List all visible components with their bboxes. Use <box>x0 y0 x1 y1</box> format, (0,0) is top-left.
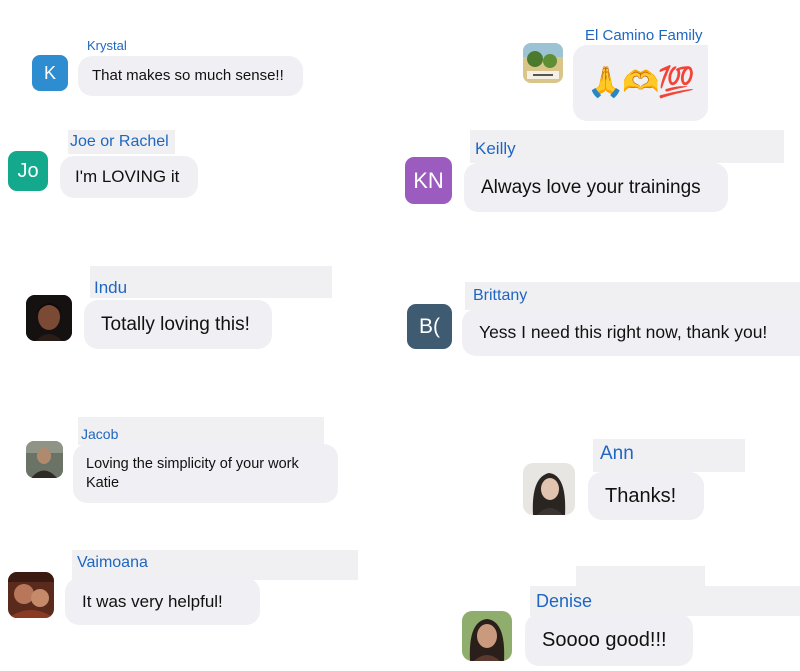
message-bubble: That makes so much sense!! <box>78 56 303 96</box>
avatar-indu[interactable] <box>26 295 72 341</box>
avatar-joe-rachel[interactable]: Jo <box>8 151 48 191</box>
vaimoana-photo-icon <box>8 572 54 618</box>
author-name[interactable]: El Camino Family <box>585 27 703 44</box>
author-name[interactable]: Indu <box>94 278 127 298</box>
author-name[interactable]: Ann <box>600 443 634 465</box>
avatar-initials: K <box>43 62 56 83</box>
author-name[interactable]: Vaimoana <box>77 554 148 572</box>
avatar-jacob[interactable] <box>26 441 63 478</box>
message-bubble: Thanks! <box>588 472 704 520</box>
avatar-initials: KN <box>413 167 444 193</box>
message-bubble: 🙏🫶💯 <box>573 45 708 121</box>
message-bubble: It was very helpful! <box>65 578 260 625</box>
message-bubble: Soooo good!!! <box>525 614 693 666</box>
avatar-krystal[interactable]: K <box>32 55 68 91</box>
author-name[interactable]: Joe or Rachel <box>70 133 169 151</box>
avatar-initials: B( <box>419 314 440 338</box>
avatar-vaimoana[interactable] <box>8 572 54 618</box>
author-name[interactable]: Keilly <box>475 139 516 159</box>
denise-photo-icon <box>462 611 512 661</box>
el-camino-photo-icon <box>523 43 563 83</box>
ann-photo-icon <box>523 463 575 515</box>
name-highlight <box>470 130 784 163</box>
message-bubble: Always love your trainings <box>464 163 728 212</box>
author-name[interactable]: Brittany <box>473 287 527 305</box>
jacob-photo-icon <box>26 441 63 478</box>
avatar-keilly[interactable]: KN <box>405 157 452 204</box>
avatar-brittany[interactable]: B( <box>407 304 452 349</box>
indu-photo-icon <box>26 295 72 341</box>
message-bubble: Loving the simplicity of your work Katie <box>73 444 338 503</box>
author-name[interactable]: Jacob <box>81 426 118 442</box>
name-highlight <box>576 566 705 586</box>
message-bubble: Yess I need this right now, thank you! <box>462 309 800 356</box>
author-name[interactable]: Denise <box>536 591 592 612</box>
avatar-denise[interactable] <box>462 611 512 661</box>
author-name[interactable]: Krystal <box>87 38 127 53</box>
avatar-el-camino[interactable] <box>523 43 563 83</box>
message-bubble: Totally loving this! <box>84 300 272 349</box>
message-bubble: I'm LOVING it <box>60 156 198 198</box>
avatar-initials: Jo <box>17 159 39 182</box>
avatar-ann[interactable] <box>523 463 575 515</box>
